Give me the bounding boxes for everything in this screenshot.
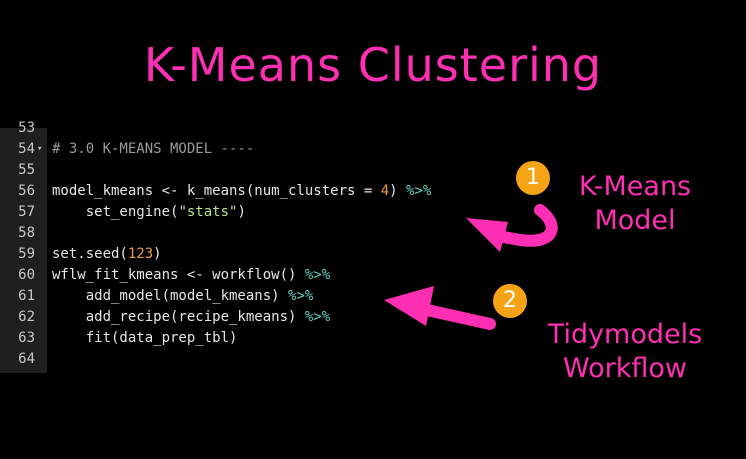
annotation-line: Tidymodels <box>547 319 703 350</box>
annotation-line: Workflow <box>563 352 687 384</box>
annotation-line: Model <box>594 204 676 236</box>
straight-arrow-head-icon <box>384 286 434 326</box>
annotation-kmeans-model: K-Means Model <box>555 170 715 238</box>
badge-2: 2 <box>493 284 527 318</box>
annotation-line: K-Means <box>578 171 692 202</box>
annotation-tidymodels-workflow: Tidymodels Workflow <box>525 318 725 386</box>
badge-1: 1 <box>516 161 550 195</box>
slide-canvas: K-Means Clustering 53 54 ▾ # 3.0 K-MEANS MO… <box>0 0 746 459</box>
curved-arrow-head-icon <box>466 218 508 252</box>
